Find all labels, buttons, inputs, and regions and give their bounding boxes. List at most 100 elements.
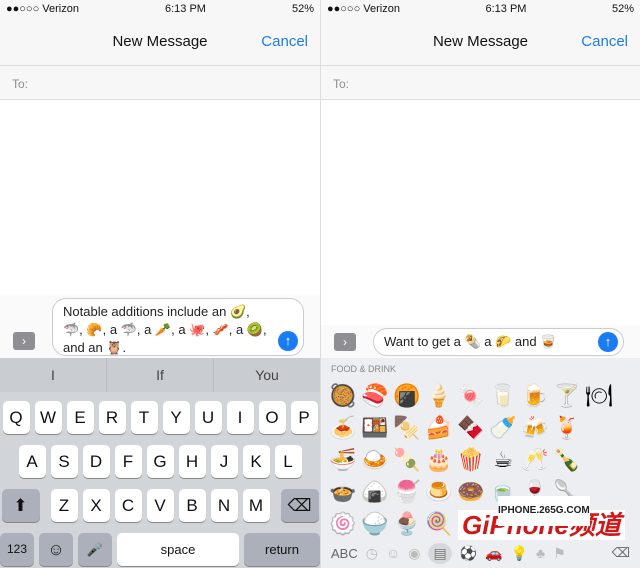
emoji-key[interactable]: 🍿 [455,444,487,476]
emoji-key[interactable]: 🍛 [359,444,391,476]
emoji-key[interactable]: 🍱 [359,412,391,444]
message-input[interactable]: Notable additions include an 🥑, 🦈, 🥐, a … [52,298,304,356]
emoji-key[interactable]: 🍸 [551,380,583,412]
key-i[interactable]: I [226,401,254,434]
emoji-key[interactable]: 🍧 [391,476,423,508]
key-e[interactable]: E [66,401,94,434]
battery: 52% [611,3,634,15]
emoji-key[interactable]: 🍮 [423,476,455,508]
emoji-key[interactable]: 🍢 [391,412,423,444]
emoji-key[interactable]: 🍾 [551,444,583,476]
emoji-key[interactable]: 🍨 [391,508,423,540]
key-s[interactable]: S [50,445,78,478]
key-a[interactable]: A [18,445,46,478]
key-p[interactable]: P [290,401,318,434]
message-input[interactable]: Want to get a 🌯 a 🌮 and 🥃 ↑ [373,328,624,356]
key-c[interactable]: C [114,489,142,522]
carrier: ●●○○○ Verizon [6,3,79,15]
key-k[interactable]: K [242,445,270,478]
key-m[interactable]: M [242,489,270,522]
status-bar: ●●○○○ Verizon 6:13 PM 52% [321,0,640,18]
emoji-key[interactable]: 🍥 [327,508,359,540]
emoji-key[interactable]: 🍹 [551,412,583,444]
emoji-key[interactable]: 🍻 [519,412,551,444]
to-field[interactable]: To: [0,66,320,100]
key-r[interactable]: R [98,401,126,434]
key-y[interactable]: Y [162,401,190,434]
send-button[interactable]: ↑ [598,332,618,352]
key-w[interactable]: W [34,401,62,434]
key-z[interactable]: Z [50,489,78,522]
key-q[interactable]: Q [2,401,30,434]
expand-icon[interactable]: › [334,333,356,351]
key-o[interactable]: O [258,401,286,434]
input-bar: › Want to get a 🌯 a 🌮 and 🥃 ↑ [321,325,640,358]
microphone-icon[interactable]: 🎤 [78,533,112,566]
sports-icon[interactable]: ⚽ [460,545,477,562]
emoji-key[interactable]: 🍩 [455,476,487,508]
emoji-key [583,412,615,444]
battery: 52% [291,3,314,15]
emoji-key[interactable]: 🍼 [487,412,519,444]
symbols-icon[interactable]: ♣ [536,545,545,561]
key-u[interactable]: U [194,401,222,434]
key-v[interactable]: V [146,489,174,522]
nav-bar: New Message Cancel [321,18,640,66]
key-l[interactable]: L [274,445,302,478]
prediction[interactable]: I [0,358,107,392]
emoji-key[interactable]: 🍬 [455,380,487,412]
animal-icon[interactable]: ◉ [408,545,420,562]
smiley-icon[interactable]: ☺ [386,545,400,561]
abc-button[interactable]: ABC [331,546,358,561]
emoji-key[interactable]: 🍭 [423,508,455,540]
key-f[interactable]: F [114,445,142,478]
space-key[interactable]: space [117,533,239,566]
food-icon[interactable]: ▤ [428,542,452,564]
emoji-key[interactable]: ☕ [487,444,519,476]
key-b[interactable]: B [178,489,206,522]
travel-icon[interactable]: 🚗 [485,545,502,562]
emoji-key[interactable]: 🍰 [423,412,455,444]
clock-icon[interactable]: ◷ [366,545,378,562]
key-g[interactable]: G [146,445,174,478]
key-t[interactable]: T [130,401,158,434]
emoji-key[interactable]: 🍽 [583,380,615,412]
shift-key[interactable]: ⬆ [1,489,40,522]
emoji-key[interactable]: 🍺 [519,380,551,412]
cancel-button[interactable]: Cancel [581,33,628,50]
category-label: FOOD & DRINK [331,364,397,374]
emoji-key[interactable]: 🎂 [423,444,455,476]
emoji-key[interactable]: 🍣 [359,380,391,412]
carrier: ●●○○○ Verizon [327,3,400,15]
objects-icon[interactable]: 💡 [511,545,528,562]
emoji-key[interactable]: 🥂 [519,444,551,476]
emoji-key[interactable]: 🍦 [423,380,455,412]
key-h[interactable]: H [178,445,206,478]
cancel-button[interactable]: Cancel [261,33,308,50]
delete-key[interactable]: ⌫ [612,545,630,561]
key-j[interactable]: J [210,445,238,478]
emoji-key[interactable]: 🍚 [359,508,391,540]
send-button[interactable]: ↑ [278,331,298,351]
to-field[interactable]: To: [321,66,640,100]
emoji-key[interactable]: 🍲 [327,476,359,508]
emoji-key[interactable]: 🥘 [327,380,359,412]
emoji-key[interactable]: 🍘 [391,380,423,412]
emoji-key[interactable]: 🥛 [487,380,519,412]
key-n[interactable]: N [210,489,238,522]
emoji-key[interactable]: 🍫 [455,412,487,444]
emoji-key[interactable]: ☺ [39,533,73,566]
prediction[interactable]: You [214,358,320,392]
delete-key[interactable]: ⌫ [280,489,319,522]
emoji-key[interactable]: 🍝 [327,412,359,444]
numbers-key[interactable]: 123 [0,533,34,566]
key-x[interactable]: X [82,489,110,522]
prediction[interactable]: If [107,358,214,392]
flags-icon[interactable]: ⚑ [553,545,566,562]
return-key[interactable]: return [244,533,320,566]
emoji-key[interactable]: 🍙 [359,476,391,508]
emoji-key[interactable]: 🍜 [327,444,359,476]
key-d[interactable]: D [82,445,110,478]
emoji-key[interactable]: 🍡 [391,444,423,476]
expand-icon[interactable]: › [13,332,35,350]
